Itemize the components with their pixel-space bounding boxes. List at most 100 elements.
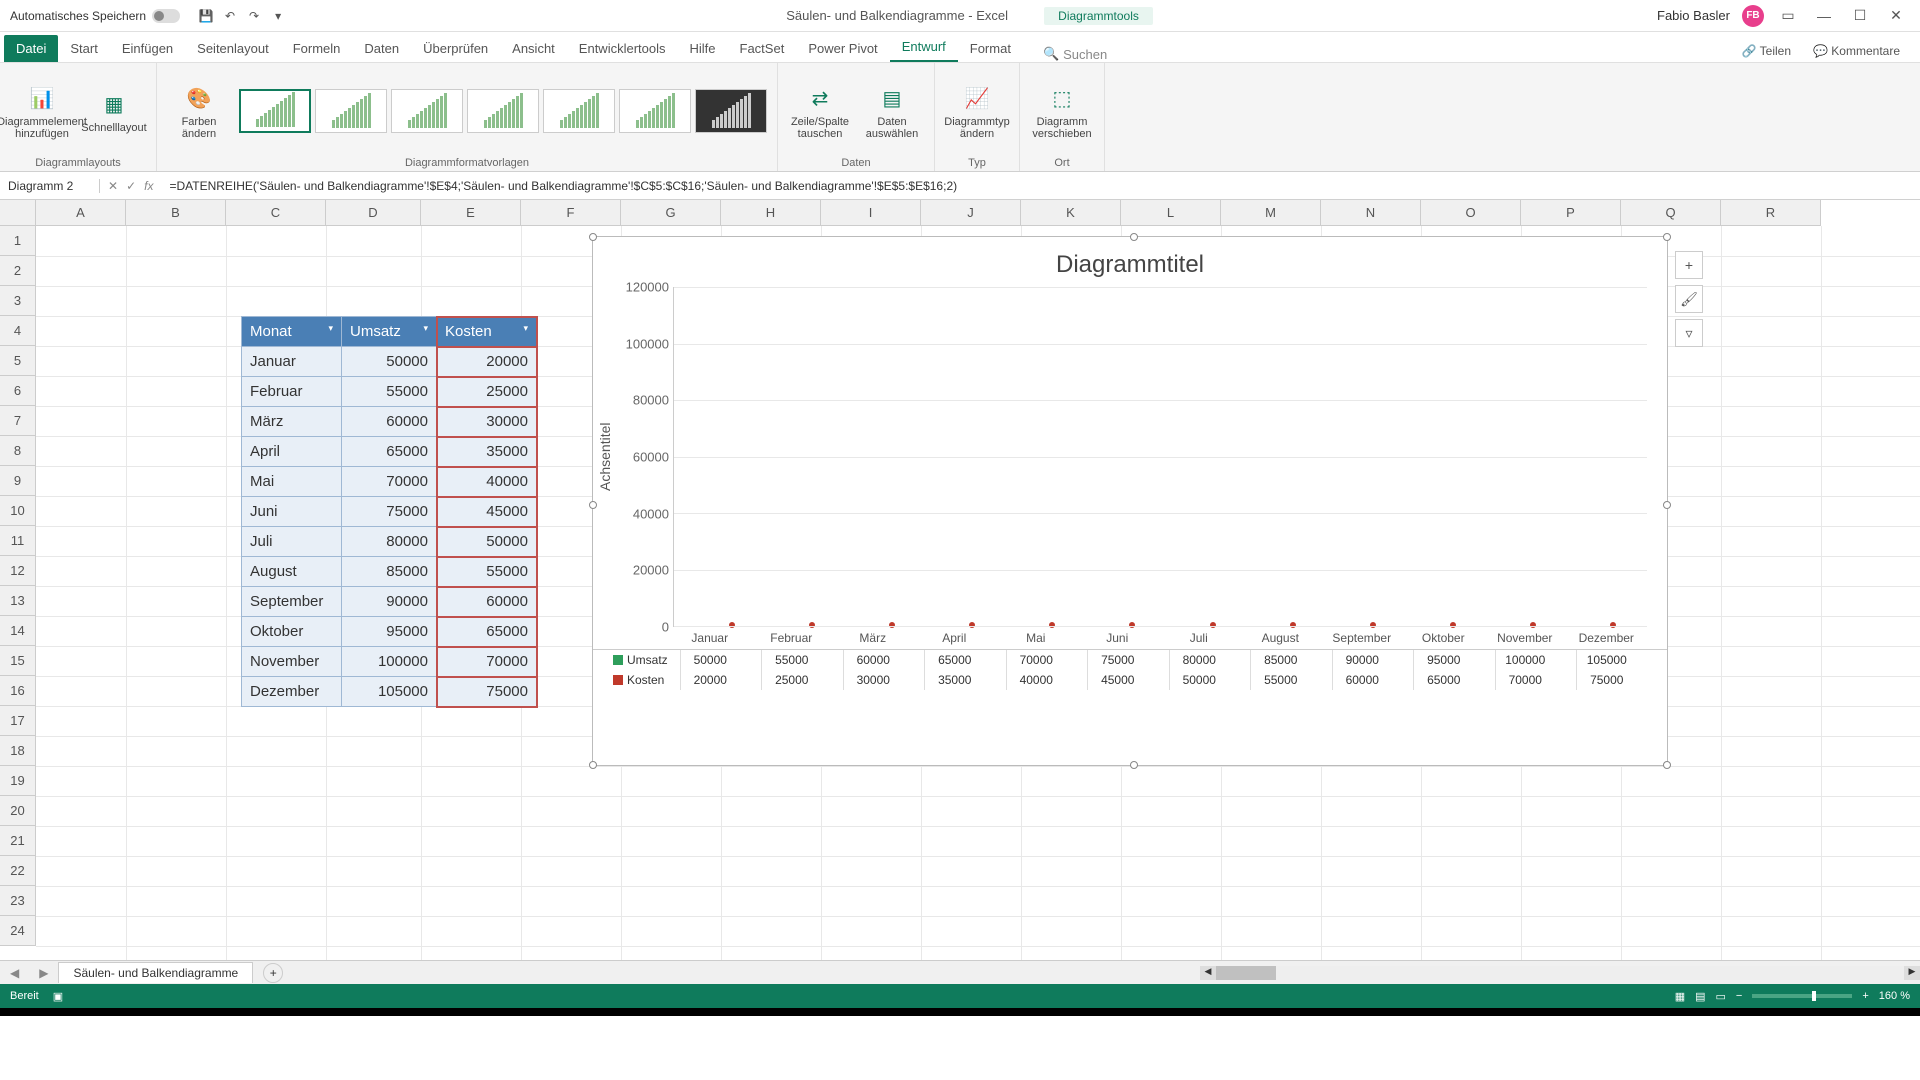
table-cell[interactable]: Februar — [242, 377, 342, 407]
row-header[interactable]: 5 — [0, 346, 36, 376]
grid-area[interactable]: Monat▾Umsatz▾Kosten▾ Januar5000020000Feb… — [36, 226, 1920, 960]
table-cell[interactable]: 70000 — [437, 647, 537, 677]
redo-icon[interactable]: ↷ — [246, 8, 262, 24]
ribbon-tab-format[interactable]: Format — [958, 35, 1023, 62]
toggle-icon[interactable] — [152, 9, 180, 23]
table-cell[interactable]: 30000 — [437, 407, 537, 437]
zoom-in-icon[interactable]: + — [1862, 990, 1868, 1002]
x-label[interactable]: Juni — [1087, 631, 1147, 645]
x-axis-labels[interactable]: JanuarFebruarMärzAprilMaiJuniJuliAugustS… — [593, 627, 1667, 649]
row-header[interactable]: 16 — [0, 676, 36, 706]
table-header[interactable]: Kosten▾ — [437, 317, 537, 347]
chart-object[interactable]: + 🖌 ▿ Diagrammtitel Achsentitel 02000040… — [592, 236, 1668, 766]
chart-style-thumb[interactable] — [391, 89, 463, 133]
ribbon-tab-daten[interactable]: Daten — [352, 35, 411, 62]
chart-elements-button[interactable]: + — [1675, 251, 1703, 279]
confirm-formula-icon[interactable]: ✓ — [126, 179, 136, 193]
chart-style-thumb[interactable] — [467, 89, 539, 133]
row-header[interactable]: 8 — [0, 436, 36, 466]
table-cell[interactable]: 90000 — [342, 587, 437, 617]
minimize-icon[interactable]: — — [1812, 4, 1836, 28]
col-header[interactable]: K — [1021, 200, 1121, 226]
legend-entry[interactable]: Umsatz — [593, 653, 669, 667]
comments-button[interactable]: 💬 Kommentare — [1807, 40, 1906, 62]
col-header[interactable]: C — [226, 200, 326, 226]
row-header[interactable]: 14 — [0, 616, 36, 646]
table-header[interactable]: Monat▾ — [242, 317, 342, 347]
sheet-nav-prev[interactable]: ◀ — [0, 966, 29, 980]
row-header[interactable]: 4 — [0, 316, 36, 346]
data-table[interactable]: Monat▾Umsatz▾Kosten▾ Januar5000020000Feb… — [241, 316, 537, 707]
autosave-toggle[interactable]: Automatisches Speichern — [0, 9, 190, 23]
macro-record-icon[interactable]: ▣ — [53, 990, 63, 1003]
table-cell[interactable]: 50000 — [342, 347, 437, 377]
y-axis-title[interactable]: Achsentitel — [593, 287, 617, 627]
table-cell[interactable]: März — [242, 407, 342, 437]
x-label[interactable]: Juli — [1169, 631, 1229, 645]
x-label[interactable]: April — [924, 631, 984, 645]
table-cell[interactable]: 105000 — [342, 677, 437, 707]
ribbon-tab-hilfe[interactable]: Hilfe — [678, 35, 728, 62]
chart-styles-button[interactable]: 🖌 — [1675, 285, 1703, 313]
table-cell[interactable]: 25000 — [437, 377, 537, 407]
qat-more-icon[interactable]: ▾ — [270, 8, 286, 24]
ribbon-tab-datei[interactable]: Datei — [4, 35, 58, 62]
cancel-formula-icon[interactable]: ✕ — [108, 179, 118, 193]
col-header[interactable]: O — [1421, 200, 1521, 226]
ribbon-tab-ansicht[interactable]: Ansicht — [500, 35, 567, 62]
table-cell[interactable]: 60000 — [437, 587, 537, 617]
table-cell[interactable]: 85000 — [342, 557, 437, 587]
zoom-out-icon[interactable]: − — [1736, 990, 1742, 1002]
sheet-tab[interactable]: Säulen- und Balkendiagramme — [58, 962, 253, 983]
table-cell[interactable]: 40000 — [437, 467, 537, 497]
col-header[interactable]: L — [1121, 200, 1221, 226]
table-cell[interactable]: Juni — [242, 497, 342, 527]
col-header[interactable]: I — [821, 200, 921, 226]
table-cell[interactable]: Dezember — [242, 677, 342, 707]
chart-style-thumb[interactable] — [543, 89, 615, 133]
x-label[interactable]: September — [1332, 631, 1392, 645]
add-sheet-button[interactable]: + — [263, 963, 283, 983]
zoom-slider[interactable] — [1752, 994, 1852, 998]
table-cell[interactable]: Oktober — [242, 617, 342, 647]
select-data-button[interactable]: ▤Daten auswählen — [860, 82, 924, 140]
x-label[interactable]: März — [843, 631, 903, 645]
select-all-corner[interactable] — [0, 200, 36, 226]
chart-data-table[interactable]: Umsatz5000055000600006500070000750008000… — [593, 649, 1667, 690]
row-header[interactable]: 1 — [0, 226, 36, 256]
x-label[interactable]: November — [1495, 631, 1555, 645]
table-cell[interactable]: 65000 — [437, 617, 537, 647]
ribbon-options-icon[interactable]: ▭ — [1776, 4, 1800, 28]
table-cell[interactable]: 20000 — [437, 347, 537, 377]
chart-styles-gallery[interactable] — [239, 89, 767, 133]
row-header[interactable]: 23 — [0, 886, 36, 916]
row-header[interactable]: 10 — [0, 496, 36, 526]
row-header[interactable]: 6 — [0, 376, 36, 406]
chart-style-thumb[interactable] — [315, 89, 387, 133]
change-colors-button[interactable]: 🎨Farben ändern — [167, 82, 231, 140]
table-cell[interactable]: 50000 — [437, 527, 537, 557]
row-header[interactable]: 2 — [0, 256, 36, 286]
close-icon[interactable]: ✕ — [1884, 4, 1908, 28]
table-cell[interactable]: 80000 — [342, 527, 437, 557]
row-header[interactable]: 3 — [0, 286, 36, 316]
sheet-nav-next[interactable]: ▶ — [29, 966, 58, 980]
ribbon-tab-überprüfen[interactable]: Überprüfen — [411, 35, 500, 62]
col-header[interactable]: A — [36, 200, 126, 226]
ribbon-tab-entwicklertools[interactable]: Entwicklertools — [567, 35, 678, 62]
table-cell[interactable]: 45000 — [437, 497, 537, 527]
row-header[interactable]: 11 — [0, 526, 36, 556]
x-label[interactable]: Oktober — [1413, 631, 1473, 645]
ribbon-tab-start[interactable]: Start — [58, 35, 109, 62]
col-header[interactable]: P — [1521, 200, 1621, 226]
col-header[interactable]: J — [921, 200, 1021, 226]
col-header[interactable]: H — [721, 200, 821, 226]
table-header[interactable]: Umsatz▾ — [342, 317, 437, 347]
change-chart-type-button[interactable]: 📈Diagrammtyp ändern — [945, 82, 1009, 140]
table-cell[interactable]: 35000 — [437, 437, 537, 467]
chart-style-thumb[interactable] — [619, 89, 691, 133]
chart-filter-button[interactable]: ▿ — [1675, 319, 1703, 347]
table-cell[interactable]: 75000 — [342, 497, 437, 527]
table-cell[interactable]: November — [242, 647, 342, 677]
undo-icon[interactable]: ↶ — [222, 8, 238, 24]
